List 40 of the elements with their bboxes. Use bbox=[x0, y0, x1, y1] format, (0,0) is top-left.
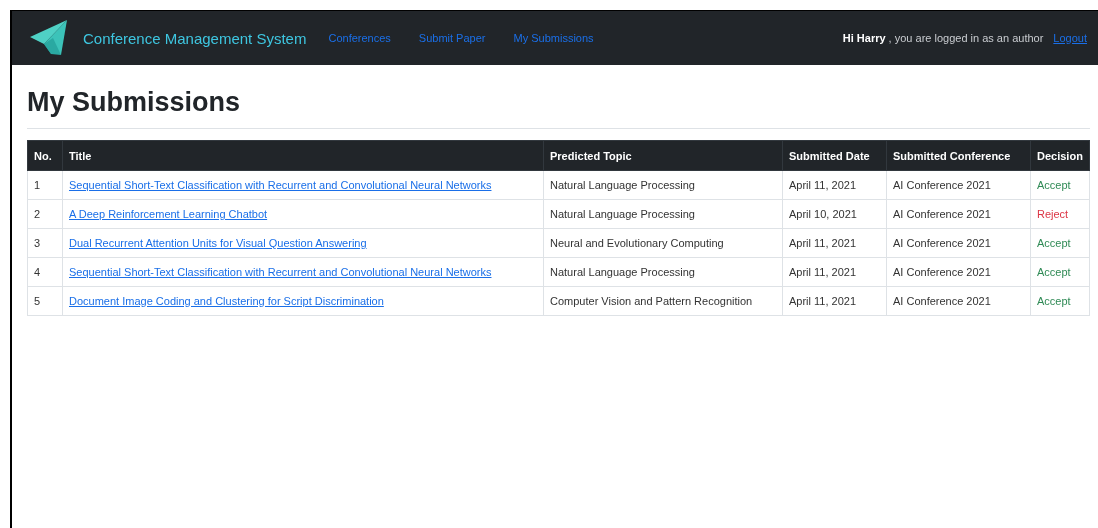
column-header: Submitted Conference bbox=[886, 140, 1031, 171]
column-header: Predicted Topic bbox=[543, 140, 783, 171]
column-header: Submitted Date bbox=[782, 140, 887, 171]
table-cell: April 11, 2021 bbox=[782, 228, 887, 258]
nav-link[interactable]: Conferences bbox=[328, 32, 391, 44]
table-cell: Neural and Evolutionary Computing bbox=[543, 228, 783, 258]
table-cell: April 11, 2021 bbox=[782, 286, 887, 316]
table-cell: Computer Vision and Pattern Recognition bbox=[543, 286, 783, 316]
table-cell: April 10, 2021 bbox=[782, 199, 887, 229]
decision-text: Accept bbox=[1037, 266, 1071, 278]
column-header: Title bbox=[62, 140, 544, 171]
paper-title-link[interactable]: A Deep Reinforcement Learning Chatbot bbox=[69, 208, 268, 220]
table-cell: 2 bbox=[27, 199, 63, 229]
nav-link[interactable]: My Submissions bbox=[513, 32, 594, 44]
table-cell: 4 bbox=[27, 257, 63, 287]
table-cell: Natural Language Processing bbox=[543, 199, 783, 229]
column-header: Decision bbox=[1030, 140, 1090, 171]
decision-text: Accept bbox=[1037, 295, 1071, 307]
brand-title[interactable]: Conference Management System bbox=[83, 29, 307, 47]
decision-text: Accept bbox=[1037, 237, 1071, 249]
table-cell: AI Conference 2021 bbox=[886, 257, 1031, 287]
page-heading: My Submissions bbox=[27, 87, 242, 118]
logout-link[interactable]: Logout bbox=[1053, 32, 1087, 44]
table-cell: AI Conference 2021 bbox=[886, 199, 1031, 229]
greeting-text: Hi Harry , you are logged in as an author bbox=[842, 32, 1044, 44]
table-cell: 5 bbox=[27, 286, 63, 316]
nav-link[interactable]: Submit Paper bbox=[418, 32, 486, 44]
paper-plane-icon bbox=[30, 20, 68, 56]
table-cell: April 11, 2021 bbox=[782, 170, 887, 200]
decision-text: Reject bbox=[1037, 208, 1069, 220]
table-cell: AI Conference 2021 bbox=[886, 228, 1031, 258]
table-cell: Natural Language Processing bbox=[543, 257, 783, 287]
column-header: No. bbox=[27, 140, 63, 171]
table-cell: AI Conference 2021 bbox=[886, 170, 1031, 200]
decision-text: Accept bbox=[1037, 179, 1071, 191]
table-cell: AI Conference 2021 bbox=[886, 286, 1031, 316]
table-cell: Natural Language Processing bbox=[543, 170, 783, 200]
table-cell: 1 bbox=[27, 170, 63, 200]
table-cell: April 11, 2021 bbox=[782, 257, 887, 287]
table-cell: 3 bbox=[27, 228, 63, 258]
